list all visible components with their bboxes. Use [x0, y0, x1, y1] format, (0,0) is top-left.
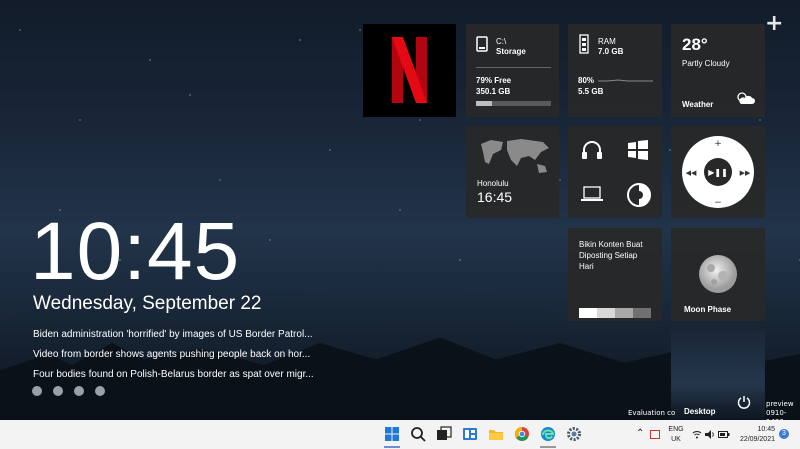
evaluation-watermark: Evaluation co — [628, 409, 676, 417]
weather-temp: 28° — [682, 35, 708, 54]
storage-label: Storage — [496, 47, 526, 56]
news-feed: Biden administration 'horrified' by imag… — [33, 325, 333, 385]
page-dot[interactable] — [74, 386, 84, 396]
svg-text:▶❚❚: ▶❚❚ — [708, 168, 728, 177]
taskbar-clock[interactable]: 10:45 22/09/2021 — [737, 425, 775, 445]
moon-icon — [699, 255, 737, 293]
laptop-icon[interactable] — [581, 186, 603, 202]
svg-text:−: − — [714, 198, 722, 208]
headphones-icon[interactable] — [581, 140, 603, 160]
page-dot[interactable] — [95, 386, 105, 396]
news-item[interactable]: Video from border shows agents pushing p… — [33, 345, 333, 365]
weather-tile[interactable]: 28° Partly Cloudy Weather — [671, 24, 765, 117]
quick-launch-tile — [568, 126, 662, 218]
contrast-icon[interactable] — [626, 182, 652, 208]
battery-icon[interactable] — [718, 430, 730, 439]
clock-time: 10:45 — [30, 206, 241, 297]
media-wheel[interactable]: + − ◀◀ ▶▶ ▶❚❚ — [681, 135, 755, 209]
world-clock-time: 16:45 — [477, 189, 513, 205]
wifi-icon[interactable] — [692, 430, 702, 439]
storage-drive: C:\ — [496, 37, 507, 46]
language-region: UK — [671, 436, 681, 443]
ram-tile[interactable]: RAM 7.0 GB 80% 5.5 GB — [568, 24, 662, 117]
chevron-up-icon[interactable]: ⌃ — [636, 428, 644, 439]
sticky-note-tile[interactable]: Bikin Konten Buat Diposting Setiap Hari — [568, 228, 662, 321]
preview-watermark: preview — [766, 400, 794, 408]
language-indicator[interactable]: ENG UK — [668, 425, 684, 445]
netflix-logo-icon — [392, 37, 427, 103]
world-map-icon — [481, 139, 549, 173]
power-icon[interactable] — [737, 395, 751, 409]
edge-icon[interactable] — [540, 426, 556, 442]
volume-icon[interactable] — [705, 430, 715, 439]
storage-usage-bar — [476, 101, 551, 106]
ram-percent: 80% — [578, 76, 595, 85]
world-clock-city: Honolulu — [477, 179, 509, 188]
ram-chip-icon — [579, 34, 589, 54]
page-dot[interactable] — [32, 386, 42, 396]
language-code: ENG — [668, 426, 684, 433]
media-player-tile: + − ◀◀ ▶▶ ▶❚❚ — [671, 126, 765, 218]
storage-free-pct: 79% Free — [476, 76, 512, 85]
ram-used: 5.5 GB — [578, 87, 604, 96]
clock-date: Wednesday, September 22 — [33, 293, 262, 314]
weather-label: Weather — [682, 100, 714, 109]
desktop-tile[interactable]: Desktop — [671, 331, 765, 420]
widgets-icon[interactable] — [462, 426, 478, 442]
netflix-tile[interactable] — [363, 24, 456, 117]
svg-text:+: + — [714, 139, 722, 149]
news-item[interactable]: Biden administration 'horrified' by imag… — [33, 325, 333, 345]
page-dots — [32, 386, 105, 396]
ram-label: RAM — [598, 37, 616, 46]
storage-tile[interactable]: C:\ Storage 79% Free 350.1 GB — [466, 24, 559, 117]
file-explorer-icon[interactable] — [488, 426, 504, 442]
taskbar: ⌃ ENG UK 10:45 22/09/2021 3 — [0, 420, 800, 449]
notification-badge[interactable]: 3 — [779, 429, 789, 439]
partly-cloudy-icon — [737, 92, 755, 104]
windows-start-icon[interactable] — [384, 426, 400, 442]
world-clock-tile[interactable]: Honolulu 16:45 — [466, 126, 559, 218]
storage-free-size: 350.1 GB — [476, 87, 511, 96]
settings-icon[interactable] — [566, 426, 582, 442]
keyboard-icon[interactable] — [650, 430, 660, 439]
search-icon[interactable] — [410, 426, 426, 442]
news-item[interactable]: Four bodies found on Polish-Belarus bord… — [33, 365, 333, 385]
task-view-icon[interactable] — [436, 426, 452, 442]
moon-label: Moon Phase — [684, 305, 732, 314]
svg-text:◀◀: ◀◀ — [686, 169, 697, 177]
desktop-label: Desktop — [684, 407, 716, 416]
windows-icon[interactable] — [628, 140, 648, 160]
svg-text:▶▶: ▶▶ — [740, 169, 751, 177]
ram-total: 7.0 GB — [598, 47, 624, 56]
page-dot[interactable] — [53, 386, 63, 396]
weather-condition: Partly Cloudy — [682, 59, 730, 68]
note-text: Bikin Konten Buat Diposting Setiap Hari — [579, 240, 643, 271]
ram-graph — [598, 79, 653, 82]
add-widget-button[interactable]: + — [765, 13, 783, 35]
note-color-swatches[interactable] — [579, 308, 651, 318]
taskbar-time: 10:45 — [757, 426, 775, 433]
drive-icon — [476, 36, 488, 52]
moon-phase-tile[interactable]: Moon Phase — [671, 228, 765, 321]
chrome-icon[interactable] — [514, 426, 530, 442]
taskbar-date: 22/09/2021 — [739, 436, 775, 443]
